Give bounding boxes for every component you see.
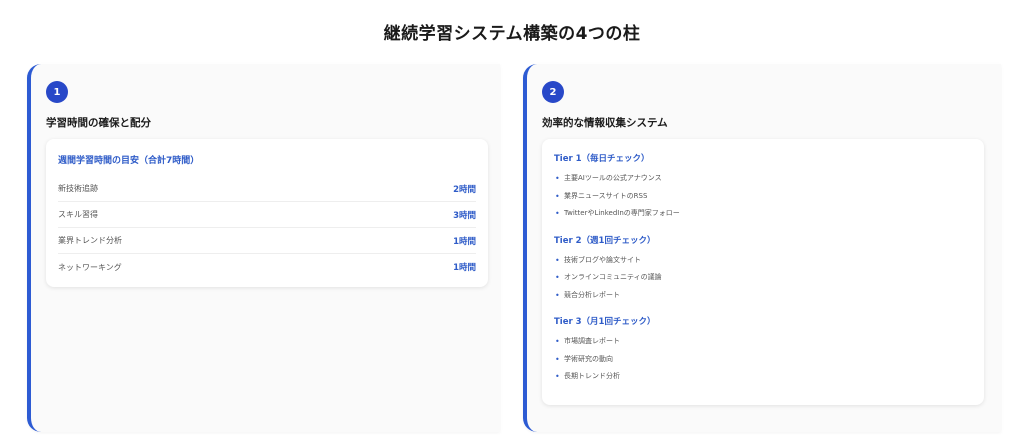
weekly-time-card: 週間学習時間の目安（合計7時間） 新技術追跡 2時間 スキル習得 3時間 業界ト… bbox=[46, 139, 488, 287]
bullet-icon: • bbox=[555, 191, 560, 201]
time-row-value: 2時間 bbox=[453, 184, 476, 195]
info-tiers-card: Tier 1（毎日チェック） • 主要AIツールの公式アナウンス • 業界ニュースサ… bbox=[542, 139, 984, 405]
tier-list: • 市場調査レポート • 学術研究の動向 • 長期トレンド分析 bbox=[554, 333, 972, 386]
tier-heading: Tier 1（毎日チェック） bbox=[554, 154, 650, 164]
bullet-icon: • bbox=[555, 174, 560, 183]
time-row-label: ネットワーキング bbox=[58, 262, 122, 272]
bullet-icon: • bbox=[555, 354, 560, 364]
list-item: • 技術ブログや論文サイト bbox=[554, 252, 972, 270]
number-badge: 1 bbox=[46, 81, 68, 103]
time-row: ネットワーキング 1時間 bbox=[58, 254, 476, 280]
tier-list: • 技術ブログや論文サイト • オンラインコミュニティの議論 • 競合分析レポート bbox=[554, 252, 972, 305]
tier-list: • 主要AIツールの公式アナウンス • 業界ニュースサイトのRSS • Twitter… bbox=[554, 170, 972, 223]
time-row-value: 1時間 bbox=[453, 263, 476, 273]
pillar-card-2: 2 効率的な情報収集システム Tier 1（毎日チェック） • 主要AIツールの公… bbox=[523, 64, 1001, 432]
bullet-icon: • bbox=[555, 209, 560, 218]
card-heading: 週間学習時間の目安（合計7時間） bbox=[58, 156, 200, 166]
pillar-card-1: 1 学習時間の確保と配分 週間学習時間の目安（合計7時間） 新技術追跡 2時間 … bbox=[27, 64, 500, 432]
time-row-label: 業界トレンド分析 bbox=[58, 236, 122, 245]
pillar-heading: 効率的な情報収集システム bbox=[542, 117, 668, 129]
list-item: • 市場調査レポート bbox=[554, 333, 972, 351]
time-row: 業界トレンド分析 1時間 bbox=[58, 228, 476, 254]
list-item: • 主要AIツールの公式アナウンス bbox=[554, 170, 972, 188]
time-row-label: 新技術追跡 bbox=[58, 184, 98, 193]
list-item: • TwitterやLinkedInの専門家フォロー bbox=[554, 205, 972, 223]
tier-heading: Tier 2（週1回チェック） bbox=[554, 235, 656, 246]
bullet-icon: • bbox=[555, 273, 560, 282]
list-item: • 競合分析レポート bbox=[554, 287, 972, 305]
time-row-value: 1時間 bbox=[453, 236, 476, 247]
list-item: • 学術研究の動向 bbox=[554, 351, 972, 369]
tier-heading: Tier 3（月1回チェック） bbox=[554, 317, 656, 327]
number-badge: 2 bbox=[542, 81, 564, 103]
time-row-label: スキル習得 bbox=[58, 210, 98, 219]
bullet-icon: • bbox=[555, 337, 560, 346]
time-row-value: 3時間 bbox=[453, 210, 476, 221]
time-row: スキル習得 3時間 bbox=[58, 202, 476, 228]
time-list: 新技術追跡 2時間 スキル習得 3時間 業界トレンド分析 1時間 ネットワーキン… bbox=[58, 176, 476, 280]
list-item: • オンラインコミュニティの議論 bbox=[554, 269, 972, 287]
page-title: 継続学習システム構築の4つの柱 bbox=[383, 24, 641, 44]
bullet-icon: • bbox=[555, 372, 560, 381]
bullet-icon: • bbox=[555, 290, 560, 300]
bullet-icon: • bbox=[555, 255, 560, 265]
list-item: • 長期トレンド分析 bbox=[554, 368, 972, 386]
pillar-heading: 学習時間の確保と配分 bbox=[46, 117, 151, 129]
list-item: • 業界ニュースサイトのRSS bbox=[554, 188, 972, 206]
time-row: 新技術追跡 2時間 bbox=[58, 176, 476, 202]
